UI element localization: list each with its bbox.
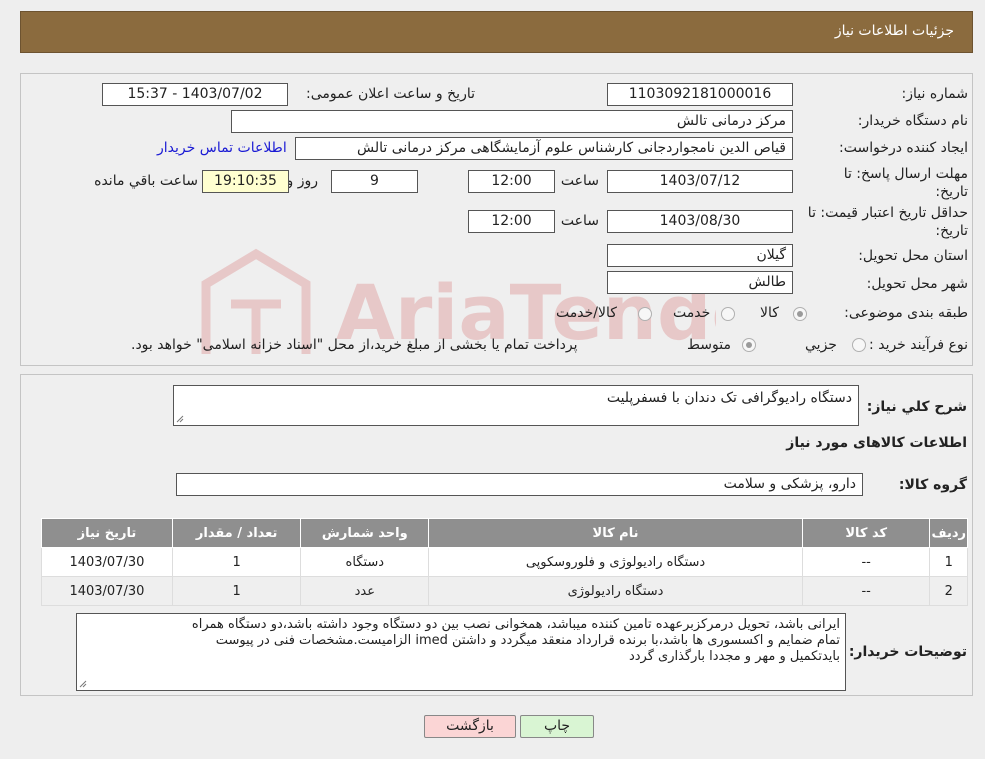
category-radio-goods[interactable]	[793, 307, 807, 321]
page-header: جزئیات اطلاعات نیاز	[20, 11, 973, 53]
cell-name: دستگاه رادیولوژی	[428, 576, 803, 606]
deadline-label-line1: مهلت ارسال پاسخ: تا	[843, 166, 968, 182]
announce-label: تاریخ و ساعت اعلان عمومی:	[306, 86, 475, 102]
buyer-notes-line: ایرانی باشد، تحویل درمرکزبرعهده تامین کن…	[191, 617, 840, 632]
cell-code: --	[801, 576, 931, 606]
category-radio-goods-service[interactable]	[638, 307, 652, 321]
province-label: استان محل تحویل:	[858, 248, 968, 264]
need-number-label: شماره نیاز:	[901, 86, 969, 102]
table-row: 1 -- دستگاه رادیولوژی و فلوروسکوپی دستگا…	[41, 547, 968, 577]
col-header-code: کد کالا	[801, 518, 931, 548]
buyer-notes-line: بایدتکمیل و مهر و مجددا بارگذاری گردد	[628, 649, 840, 664]
goods-group-field: دارو، پزشکی و سلامت	[176, 473, 863, 496]
remaining-time-field: 19:10:35	[202, 170, 289, 193]
buyer-contact-link[interactable]: اطلاعات تماس خریدار	[157, 140, 287, 156]
creator-label: ایجاد کننده درخواست:	[839, 140, 968, 156]
deadline-date-field: 1403/07/12	[607, 170, 793, 193]
deadline-time-word: ساعت	[560, 173, 599, 189]
remaining-time-label: ساعت باقي مانده	[94, 173, 198, 189]
cell-row: 1	[929, 547, 968, 577]
province-field: گیلان	[607, 244, 793, 267]
announce-datetime-field: 1403/07/02 - 15:37	[102, 83, 288, 106]
page-title: جزئیات اطلاعات نیاز	[834, 23, 954, 39]
buyer-org-label: نام دستگاه خریدار:	[857, 113, 968, 129]
print-button[interactable]: چاپ	[520, 715, 594, 738]
process-option-medium: متوسط	[687, 337, 731, 353]
process-radio-medium[interactable]	[742, 338, 756, 352]
buyer-notes-label: توضیحات خریدار:	[848, 644, 967, 660]
goods-section-title: اطلاعات کالاهای مورد نیاز	[786, 435, 967, 451]
back-button[interactable]: بازگشت	[424, 715, 516, 738]
cell-quantity: 1	[171, 547, 302, 577]
deadline-label-line2: تاریخ:	[935, 184, 968, 200]
process-label: نوع فرآیند خرید :	[869, 337, 968, 353]
need-number-field: 1103092181000016	[607, 83, 793, 106]
buyer-org-field: مرکز درمانی تالش	[231, 110, 793, 133]
summary-label: شرح کلي نیاز:	[866, 399, 967, 415]
category-option-service: خدمت	[673, 305, 711, 321]
validity-time-word: ساعت	[560, 213, 599, 229]
validity-date-field: 1403/08/30	[607, 210, 793, 233]
creator-field: قیاص الدین نامجواردجانی کارشناس علوم آزم…	[295, 137, 793, 160]
table-row: 2 -- دستگاه رادیولوژی عدد 1 1403/07/30	[41, 576, 968, 606]
col-header-quantity: تعداد / مقدار	[171, 518, 302, 548]
buyer-notes-line: تمام ضمایم و اکسسوری ها باشد،با برنده قر…	[215, 633, 840, 648]
resize-grip-icon[interactable]	[79, 680, 87, 688]
remaining-days-field: 9	[331, 170, 418, 193]
validity-time-field: 12:00	[468, 210, 555, 233]
process-option-minor: جزیي	[805, 337, 837, 353]
category-option-goods-service: کالا/خدمت	[556, 305, 617, 321]
validity-label-line1: حداقل تاریخ اعتبار قیمت: تا	[807, 205, 968, 221]
cell-unit: عدد	[300, 576, 430, 606]
category-label: طبقه بندی موضوعی:	[844, 305, 968, 321]
cell-row: 2	[929, 576, 968, 606]
goods-table: ردیف کد کالا نام کالا واحد شمارش تعداد /…	[41, 518, 968, 606]
summary-field: دستگاه رادیوگرافی تک دندان با فسفرپلیت	[173, 385, 859, 426]
summary-text: دستگاه رادیوگرافی تک دندان با فسفرپلیت	[606, 390, 852, 406]
city-field: طالش	[607, 271, 793, 294]
process-payment-note: پرداخت تمام یا بخشی از مبلغ خرید،از محل …	[131, 337, 578, 353]
goods-group-label: گروه کالا:	[898, 477, 967, 493]
process-radio-minor[interactable]	[852, 338, 866, 352]
resize-grip-icon[interactable]	[176, 415, 184, 423]
table-header-row: ردیف کد کالا نام کالا واحد شمارش تعداد /…	[41, 518, 968, 548]
city-label: شهر محل تحویل:	[866, 276, 968, 292]
col-header-name: نام کالا	[428, 518, 803, 548]
cell-unit: دستگاه	[300, 547, 430, 577]
col-header-unit: واحد شمارش	[300, 518, 430, 548]
cell-date: 1403/07/30	[41, 547, 173, 577]
cell-quantity: 1	[171, 576, 302, 606]
col-header-row: ردیف	[929, 518, 968, 548]
col-header-date: تاریخ نیاز	[41, 518, 173, 548]
deadline-time-field: 12:00	[468, 170, 555, 193]
category-option-goods: کالا	[760, 305, 779, 321]
cell-code: --	[801, 547, 931, 577]
validity-label-line2: تاریخ:	[935, 223, 968, 239]
category-radio-service[interactable]	[721, 307, 735, 321]
cell-name: دستگاه رادیولوژی و فلوروسکوپی	[428, 547, 803, 577]
buyer-notes-field: ایرانی باشد، تحویل درمرکزبرعهده تامین کن…	[76, 613, 846, 691]
cell-date: 1403/07/30	[41, 576, 173, 606]
days-word: روز و	[286, 173, 319, 189]
